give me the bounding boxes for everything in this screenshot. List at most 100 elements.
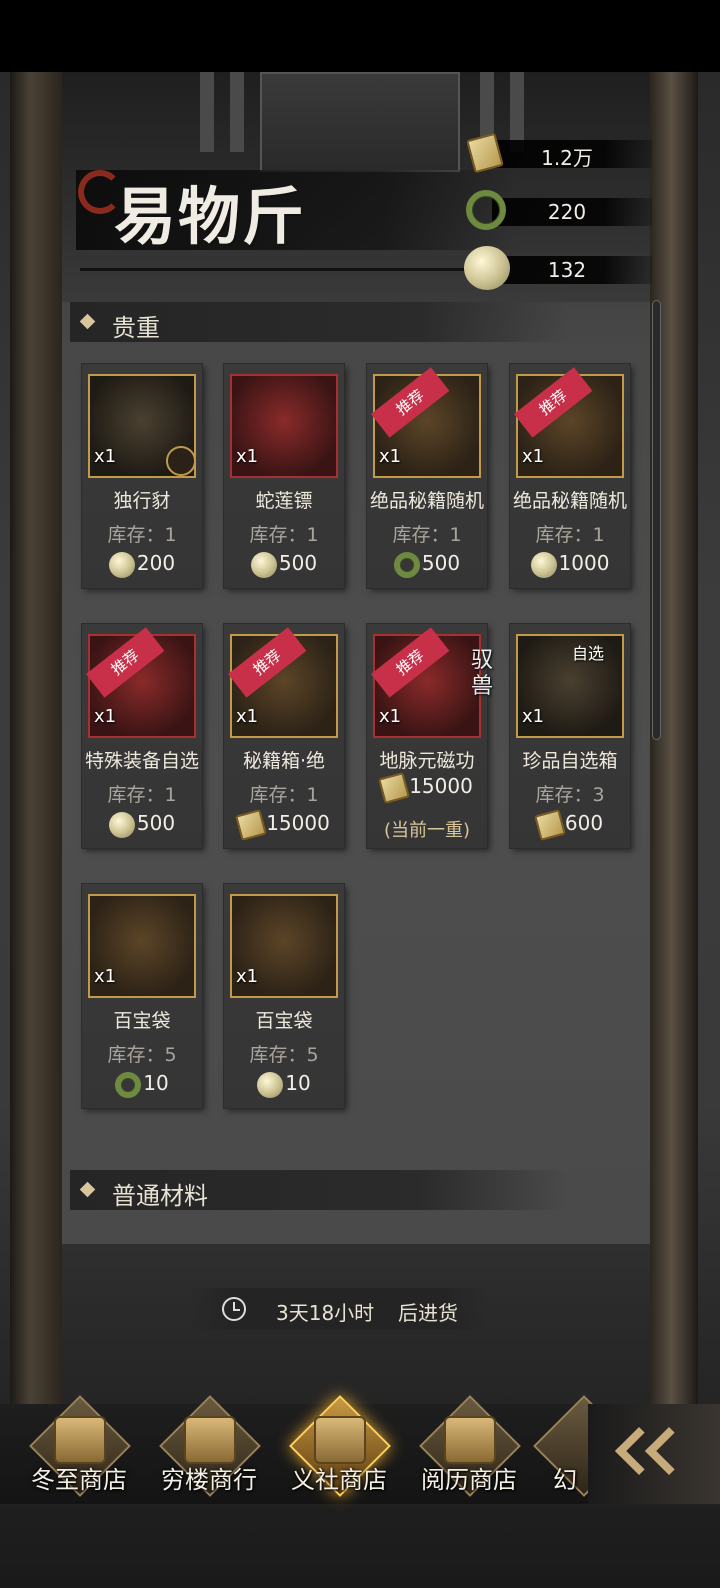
currency-scroll-token: 1.2万: [462, 130, 652, 174]
item-stock: 库存：1: [107, 524, 177, 546]
pearl-icon: [464, 246, 510, 290]
item-price: 600: [510, 808, 630, 841]
pearl-icon: [108, 811, 135, 838]
book-icon: [444, 1416, 496, 1464]
tab-label: 义社商店: [291, 1466, 387, 1494]
tab-winter-solstice-shop[interactable]: 冬至商店: [14, 1395, 144, 1504]
section-header-precious: 贵重: [70, 302, 570, 342]
item-stock: 库存：5: [107, 1044, 177, 1066]
item-stock: 库存：1: [535, 524, 605, 546]
jade-ring-icon: [115, 1071, 142, 1098]
item-stock: 库存：1: [249, 784, 319, 806]
item-quantity: x1: [236, 966, 259, 987]
item-quantity: x1: [94, 446, 117, 467]
item-name: 百宝袋: [255, 1010, 313, 1032]
tab-qionglou-shop[interactable]: 穷楼商行: [144, 1395, 274, 1504]
pearl-icon: [250, 551, 277, 578]
self-select-label: 自选: [572, 644, 605, 663]
tab-guild-shop[interactable]: 义社商店: [274, 1395, 404, 1504]
item-name: 百宝袋: [113, 1010, 171, 1032]
left-frame: [10, 72, 62, 1452]
shop-item-card[interactable]: 推荐 x1 特殊装备自选 库存：1 500: [82, 624, 202, 848]
jade-ring-icon: [393, 551, 420, 578]
pearl-icon: [108, 551, 135, 578]
section-label: 贵重: [112, 314, 160, 342]
shop-item-card[interactable]: 推荐 驭兽 x1 地脉元磁功 15000 (当前一重): [367, 624, 493, 848]
item-quantity: x1: [522, 706, 545, 727]
item-name: 绝品秘籍随机: [512, 490, 627, 512]
item-quantity: x1: [94, 966, 117, 987]
beast-badge-icon: [166, 446, 196, 476]
item-quantity: x1: [379, 706, 402, 727]
item-stock: 库存：5: [249, 1044, 319, 1066]
diamond-bullet-icon: [79, 313, 96, 330]
pearl-icon: [257, 1071, 284, 1098]
tab-label: 穷楼商行: [161, 1466, 257, 1494]
restock-timer: 3天18小时 后进货: [188, 1288, 488, 1330]
item-price: 500: [224, 551, 344, 579]
item-price: 200: [82, 551, 202, 579]
scroll-token-icon: [466, 132, 504, 174]
item-price: 10: [224, 1071, 344, 1099]
restock-time: 3天18小时: [276, 1301, 375, 1325]
scroll-token-icon: [378, 771, 411, 804]
collapse-tabs-button[interactable]: [588, 1404, 720, 1504]
item-quantity: x1: [236, 446, 259, 467]
category-label: 驭兽: [471, 648, 494, 699]
item-name: 地脉元磁功: [379, 750, 475, 772]
item-price: 10: [82, 1071, 202, 1099]
item-stock: 库存：3: [535, 784, 605, 806]
section-label: 普通材料: [112, 1182, 208, 1210]
currency-jade-ring: 220: [462, 188, 652, 232]
scroll-token-icon: [533, 808, 566, 841]
item-quantity: x1: [379, 446, 402, 467]
title-divider: [80, 268, 510, 271]
pillar-decoration: [230, 72, 244, 152]
right-frame: [650, 72, 698, 1452]
shop-item-card[interactable]: x1 百宝袋 库存：5 10: [82, 884, 202, 1108]
shop-item-card[interactable]: 推荐 x1 绝品秘籍随机 库存：1 500: [367, 364, 487, 588]
item-name: 珍品自选箱: [522, 750, 618, 772]
diamond-bullet-icon: [79, 1181, 96, 1198]
section-header-common-materials: 普通材料: [70, 1170, 570, 1210]
item-name: 特殊装备自选: [84, 750, 199, 772]
shop-item-card[interactable]: x1 独行豺 库存：1 200: [82, 364, 202, 588]
item-stock: 库存：1: [392, 524, 462, 546]
item-name: 秘籍箱·绝: [242, 750, 326, 772]
item-price: 500: [367, 551, 487, 579]
item-price: 15000: [367, 771, 487, 804]
clock-icon: [222, 1297, 246, 1321]
shop-item-card[interactable]: x1 百宝袋 库存：5 10: [224, 884, 344, 1108]
item-name: 独行豺: [113, 490, 171, 512]
item-price: 500: [82, 811, 202, 839]
shop-item-card[interactable]: 推荐 x1 绝品秘籍随机 库存：1 1000: [510, 364, 630, 588]
restock-suffix: 后进货: [398, 1301, 458, 1325]
tab-label: 冬至商店: [31, 1466, 127, 1494]
item-quantity: x1: [236, 706, 259, 727]
pearl-icon: [530, 551, 557, 578]
jade-ring-icon: [466, 190, 506, 230]
page-title: 易物斤: [114, 180, 307, 253]
item-note: (当前一重): [383, 820, 471, 841]
scrollbar[interactable]: [652, 300, 661, 740]
currency-value: 1.2万: [541, 146, 593, 170]
shop-item-card[interactable]: 自选 x1 珍品自选箱 库存：3 600: [510, 624, 630, 848]
guild-banner-icon: [314, 1416, 366, 1464]
scroll-token-icon: [235, 808, 268, 841]
item-name: 绝品秘籍随机: [369, 490, 484, 512]
currency-value: 132: [547, 258, 587, 282]
item-price: 15000: [224, 808, 344, 841]
item-stock: 库存：1: [249, 524, 319, 546]
shop-item-card[interactable]: 推荐 x1 秘籍箱·绝 库存：1 15000: [224, 624, 344, 848]
item-price: 1000: [510, 551, 630, 579]
pillar-decoration: [200, 72, 214, 152]
shop-item-card[interactable]: x1 蛇莲镖 库存：1 500: [224, 364, 344, 588]
item-quantity: x1: [522, 446, 545, 467]
item-stock: 库存：1: [107, 784, 177, 806]
gift-chest-icon: [54, 1416, 106, 1464]
item-quantity: x1: [94, 706, 117, 727]
currency-pearl: 132: [462, 246, 652, 290]
currency-value: 220: [547, 200, 587, 224]
hall-roof-decoration: [260, 72, 460, 172]
shop-title-banner: 易物斤: [76, 160, 516, 260]
